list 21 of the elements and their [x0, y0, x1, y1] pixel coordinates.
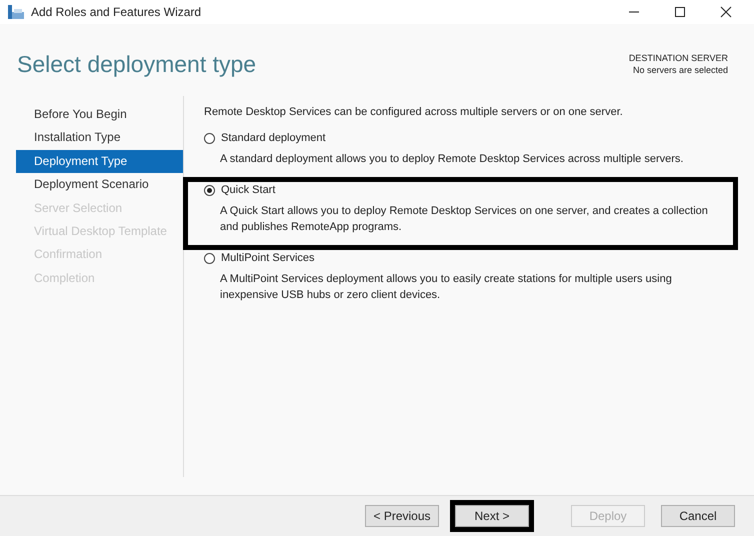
destination-label: DESTINATION SERVER	[628, 52, 728, 64]
step-item[interactable]: Deployment Type	[16, 150, 183, 174]
step-item[interactable]: Deployment Scenario	[16, 173, 183, 197]
wizard-button[interactable]: Cancel	[661, 505, 735, 527]
option-description: A MultiPoint Services deployment allows you to easily create stations for multiple users using inexpensive USB hubs or zero client devices.	[220, 272, 673, 303]
radio-option[interactable]: Standard deployment	[204, 130, 729, 146]
intro-text: Remote Desktop Services can be configured across multiple servers or on one server.	[204, 106, 624, 118]
page-title: Select deployment type	[17, 51, 256, 78]
option-description: A Quick Start allows you to deploy Remote Desktop Services on one server, and creates a collection and publishes RemoteApp programs.	[220, 204, 709, 235]
server-icon	[8, 5, 24, 19]
close-icon[interactable]	[720, 6, 732, 18]
radio-option[interactable]: MultiPoint Services	[204, 250, 729, 266]
option-description: A standard deployment allows you to deploy Remote Desktop Services across multiple servers.	[220, 152, 684, 167]
radio-option[interactable]: Quick Start	[204, 182, 729, 198]
step-item[interactable]: Before You Begin	[16, 103, 183, 126]
wizard-button[interactable]: < Previous	[365, 505, 439, 527]
wizard-button[interactable]: Next >	[455, 505, 529, 527]
step-item[interactable]: Installation Type	[16, 126, 183, 150]
maximize-icon[interactable]	[674, 6, 686, 18]
window-title: Add Roles and Features Wizard	[31, 5, 202, 19]
destination-value: No servers are selected	[632, 64, 728, 76]
